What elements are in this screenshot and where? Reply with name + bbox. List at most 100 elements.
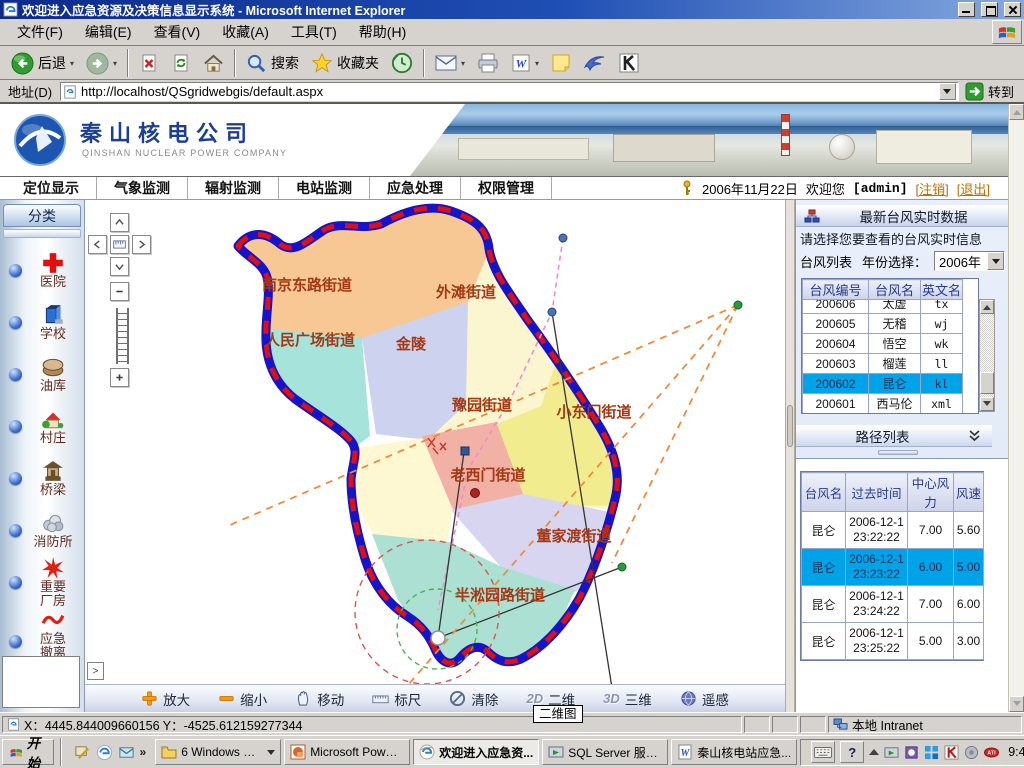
outlook-quicklaunch-icon[interactable] xyxy=(118,744,135,761)
logout-link[interactable]: [注销] xyxy=(916,179,949,198)
exit-link[interactable]: [退出] xyxy=(957,179,990,198)
menu-favorites[interactable]: 收藏(A) xyxy=(211,19,280,45)
year-select-dropdown-icon[interactable] xyxy=(987,252,1004,270)
restore-button[interactable] xyxy=(981,2,998,17)
back-button[interactable]: 后退 ▾ xyxy=(6,50,79,77)
typhoon-detail-row[interactable]: 昆仑2006-12-1 23:22:227.005.60 xyxy=(802,512,984,549)
tray-expand-icon[interactable] xyxy=(869,744,879,755)
network-tray-icon[interactable] xyxy=(924,745,939,760)
map-tool-pan[interactable]: 移动 xyxy=(295,689,344,709)
ati-tray-icon[interactable]: ATI xyxy=(984,745,999,760)
typhoon-row[interactable]: 200604悟空wk xyxy=(803,334,963,354)
page-scroll-down-button[interactable] xyxy=(1009,696,1024,712)
sidebar-item-key-plant[interactable]: 重要 厂房 xyxy=(0,556,84,608)
pan-right-button[interactable] xyxy=(132,235,151,254)
typhoon-detail-row[interactable]: 昆仑2006-12-1 23:23:226.005.00 xyxy=(802,549,984,586)
ie-quicklaunch-icon[interactable] xyxy=(96,744,113,761)
search-button[interactable]: 搜索 xyxy=(241,51,304,76)
full-extent-button[interactable] xyxy=(110,235,129,254)
window-titlebar[interactable]: 欢迎进入应急资源及决策信息显示系统 - Microsoft Internet E… xyxy=(0,0,1024,19)
tab-radiation-monitor[interactable]: 辐射监测 xyxy=(188,177,279,199)
page-scroll-up-button[interactable] xyxy=(1009,104,1024,120)
sql-server-tray-icon[interactable] xyxy=(884,745,899,760)
zoom-out-step-button[interactable] xyxy=(110,282,129,301)
menu-view[interactable]: 查看(V) xyxy=(143,19,212,45)
panel-splitter[interactable] xyxy=(785,200,795,712)
sidebar-item-village[interactable]: 村庄 xyxy=(0,400,84,452)
tab-weather-monitor[interactable]: 气象监测 xyxy=(97,177,188,199)
typhoon-row[interactable]: 200602昆仑kl xyxy=(803,374,963,394)
typhoon-table-scrollbar[interactable] xyxy=(979,299,995,412)
print-button[interactable] xyxy=(472,51,504,75)
menu-file[interactable]: 文件(F) xyxy=(6,19,74,45)
office-tray-icon[interactable] xyxy=(904,745,919,760)
quick-launch-overflow-button[interactable]: » xyxy=(140,745,147,759)
zoom-in-step-button[interactable] xyxy=(110,368,129,387)
path-list-bar[interactable]: 路径列表 xyxy=(796,425,992,447)
sidebar-item-hospital[interactable]: 医院 xyxy=(0,244,84,296)
map-tool-zoom-out[interactable]: 缩小 xyxy=(218,689,267,709)
mail-dropdown-icon[interactable]: ▾ xyxy=(461,59,465,68)
taskbar-button-sql-server[interactable]: SQL Server 服务... xyxy=(542,739,668,765)
forward-button[interactable]: ▾ xyxy=(81,50,122,77)
menu-help[interactable]: 帮助(H) xyxy=(348,19,417,45)
typhoon-row[interactable]: 200605无稽wj xyxy=(803,314,963,334)
pan-up-button[interactable] xyxy=(110,213,129,232)
pan-left-button[interactable] xyxy=(88,235,107,254)
scroll-down-button[interactable] xyxy=(980,397,994,411)
menu-edit[interactable]: 编辑(E) xyxy=(74,19,143,45)
forward-dropdown-icon[interactable]: ▾ xyxy=(113,59,117,68)
show-desktop-icon[interactable] xyxy=(74,744,91,761)
tab-permission-management[interactable]: 权限管理 xyxy=(461,177,552,199)
taskbar-button-word[interactable]: W秦山核电站应急... xyxy=(671,739,797,765)
typhoon-detail-row[interactable]: 昆仑2006-12-1 23:25:225.003.00 xyxy=(802,623,984,660)
menu-tools[interactable]: 工具(T) xyxy=(280,19,348,45)
notes-button[interactable] xyxy=(546,51,576,75)
minimize-button[interactable] xyxy=(958,2,975,17)
volume-tray-icon[interactable] xyxy=(964,745,979,760)
history-button[interactable] xyxy=(386,50,418,76)
sidebar-item-bridge[interactable]: 桥梁 xyxy=(0,452,84,504)
keyboard-layout-icon[interactable] xyxy=(811,741,835,763)
typhoon-row[interactable]: 200601西马伦xml xyxy=(803,394,963,414)
taskbar-clock[interactable]: 9:49 xyxy=(1004,745,1024,759)
word-dropdown-icon[interactable]: ▾ xyxy=(535,59,539,68)
help-tray-icon[interactable]: ? xyxy=(840,741,864,763)
scroll-up-button[interactable] xyxy=(980,300,994,314)
sidebar-item-fire-station[interactable]: 消防所 xyxy=(0,504,84,556)
taskbar-button-ie[interactable]: 欢迎进入应急资... xyxy=(413,739,539,765)
messenger-button[interactable] xyxy=(578,51,612,75)
start-button[interactable]: 开始 xyxy=(2,739,54,765)
kaspersky-tray-icon[interactable] xyxy=(944,745,959,760)
go-button[interactable]: 转到 xyxy=(963,81,1020,102)
map-canvas[interactable]: 南京东路街道 外滩街道 人民广场街道 金陵 豫园街道 小东门街道 老西门街道 董… xyxy=(85,200,785,684)
stop-button[interactable] xyxy=(134,51,164,75)
address-input[interactable]: http://localhost/QSgridwebgis/default.as… xyxy=(60,82,959,101)
sidebar-item-school[interactable]: 学校 xyxy=(0,296,84,348)
map-tool-zoom-in[interactable]: 放大 xyxy=(141,689,190,709)
map-tool-ruler[interactable]: 标尺 xyxy=(372,689,421,709)
scroll-thumb[interactable] xyxy=(980,372,994,394)
sidebar-item-oil-depot[interactable]: 油库 xyxy=(0,348,84,400)
pan-down-button[interactable] xyxy=(110,257,129,276)
tab-location-display[interactable]: 定位显示 xyxy=(6,177,97,199)
district-map[interactable]: 南京东路街道 外滩街道 人民广场街道 金陵 豫园街道 小东门街道 老西门街道 董… xyxy=(85,200,785,684)
section-grabber[interactable] xyxy=(878,450,918,455)
edit-with-word-button[interactable]: W ▾ xyxy=(506,51,544,75)
tab-emergency-handling[interactable]: 应急处理 xyxy=(370,177,461,199)
refresh-button[interactable] xyxy=(166,51,196,75)
page-scrollbar[interactable] xyxy=(1008,104,1024,712)
zoom-slider[interactable] xyxy=(116,308,129,364)
year-select[interactable]: 2006年 xyxy=(934,251,1005,271)
taskbar-button-folder-group[interactable]: 6 Windows Expl... xyxy=(155,739,281,765)
panel-splitter-thumb[interactable] xyxy=(787,405,793,447)
tab-station-monitor[interactable]: 电站监测 xyxy=(279,177,370,199)
kaspersky-button[interactable] xyxy=(614,51,644,75)
sidebar-collapse-button[interactable]: > xyxy=(87,662,104,680)
close-button[interactable] xyxy=(1004,2,1021,17)
typhoon-detail-row[interactable]: 昆仑2006-12-1 23:24:227.006.00 xyxy=(802,586,984,623)
favorites-button[interactable]: 收藏夹 xyxy=(306,50,384,76)
home-button[interactable] xyxy=(198,51,229,76)
back-dropdown-icon[interactable]: ▾ xyxy=(70,59,74,68)
typhoon-row[interactable]: 200606太虚tx xyxy=(803,300,963,314)
